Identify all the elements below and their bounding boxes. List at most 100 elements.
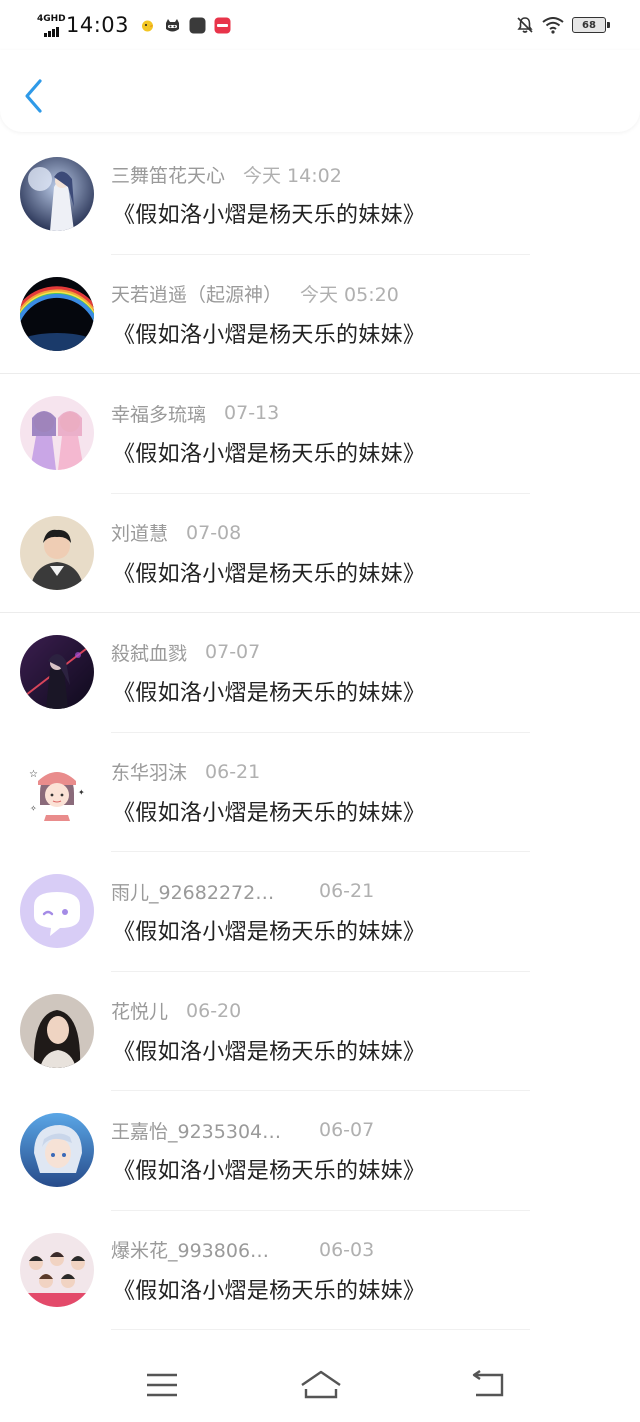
book-title[interactable]: 《假如洛小熠是杨天乐的妹妹》 xyxy=(113,556,425,588)
list-item[interactable]: 三舞笛花天心 今天 14:02 《假如洛小熠是杨天乐的妹妹》 xyxy=(0,135,640,255)
home-icon xyxy=(301,1370,341,1399)
read-date: 今天 14:02 xyxy=(243,164,342,187)
avatar[interactable] xyxy=(20,515,94,590)
avatar[interactable] xyxy=(20,1113,94,1187)
menu-button[interactable] xyxy=(142,1367,182,1403)
name-line: 刘道慧 07-08 xyxy=(111,520,241,546)
signal-bars-icon xyxy=(44,27,59,37)
list-item[interactable]: 天若逍遥（起源神） 今天 05:20 《假如洛小熠是杨天乐的妹妹》 xyxy=(0,255,640,374)
read-date: 今天 05:20 xyxy=(300,284,399,306)
reader-name[interactable]: 天若逍遥（起源神） xyxy=(111,280,282,307)
group-photo-avatar xyxy=(20,1232,94,1307)
cartoon-girl-avatar: ☆ ✦ ✧ xyxy=(20,754,94,829)
bell-off-icon xyxy=(517,17,533,33)
reader-name[interactable]: 王嘉怡_9235304… xyxy=(111,1117,301,1144)
reader-name[interactable]: 爆米花_993806… xyxy=(111,1236,301,1263)
avatar[interactable] xyxy=(20,635,94,709)
rainbow-earth-avatar xyxy=(20,276,94,351)
svg-text:✧: ✧ xyxy=(30,804,37,813)
cat-app-icon xyxy=(166,18,180,31)
read-date: 07-13 xyxy=(224,402,280,424)
chevron-left-icon xyxy=(25,79,42,113)
signal-indicator: 4GHD xyxy=(36,11,66,39)
book-title[interactable]: 《假如洛小熠是杨天乐的妹妹》 xyxy=(113,197,425,229)
book-title[interactable]: 《假如洛小熠是杨天乐的妹妹》 xyxy=(113,317,425,349)
list-item[interactable]: 花悦儿 06-20 《假如洛小熠是杨天乐的妹妹》 xyxy=(0,972,640,1091)
name-line: 雨儿_92682272… 06-21 xyxy=(111,878,374,904)
home-button[interactable] xyxy=(298,1367,344,1403)
name-line: 殺弑血戮 07-07 xyxy=(111,639,260,665)
read-date: 06-03 xyxy=(319,1238,375,1261)
book-title[interactable]: 《假如洛小熠是杨天乐的妹妹》 xyxy=(113,436,425,468)
book-title[interactable]: 《假如洛小熠是杨天乐的妹妹》 xyxy=(113,675,425,707)
reader-name[interactable]: 雨儿_92682272… xyxy=(111,878,301,905)
read-date: 06-20 xyxy=(186,999,242,1022)
avatar[interactable] xyxy=(20,157,94,231)
read-date: 06-07 xyxy=(319,1119,375,1141)
battery-level: 68 xyxy=(582,19,596,31)
status-right: 68 xyxy=(516,12,610,38)
name-line: 花悦儿 06-20 xyxy=(111,998,241,1024)
book-title[interactable]: 《假如洛小熠是杨天乐的妹妹》 xyxy=(113,795,425,827)
book-title[interactable]: 《假如洛小熠是杨天乐的妹妹》 xyxy=(113,914,425,946)
avatar[interactable]: ☆ ✦ ✧ xyxy=(20,754,94,829)
dark-warrior-avatar xyxy=(20,635,94,709)
avatar[interactable] xyxy=(20,1232,94,1307)
name-line: 幸福多琉璃 07-13 xyxy=(111,400,279,426)
list-item[interactable]: ☆ ✦ ✧ 东华羽沫 06-21 《假如洛小熠是杨天乐的妹妹》 xyxy=(0,733,640,852)
read-date: 07-08 xyxy=(186,521,242,544)
anime-girls-avatar xyxy=(20,396,94,470)
book-title[interactable]: 《假如洛小熠是杨天乐的妹妹》 xyxy=(113,1034,425,1066)
book-title[interactable]: 《假如洛小熠是杨天乐的妹妹》 xyxy=(113,1273,425,1305)
anime-boy-avatar xyxy=(20,1113,94,1187)
back-icon xyxy=(472,1370,504,1397)
avatar[interactable] xyxy=(20,276,94,351)
menu-icon xyxy=(147,1373,177,1397)
woman-portrait-avatar xyxy=(20,993,94,1068)
name-line: 王嘉怡_9235304… 06-07 xyxy=(111,1117,374,1143)
list-item[interactable]: 殺弑血戮 07-07 《假如洛小熠是杨天乐的妹妹》 xyxy=(0,613,640,733)
book-title[interactable]: 《假如洛小熠是杨天乐的妹妹》 xyxy=(113,1153,425,1185)
reader-name[interactable]: 花悦儿 xyxy=(111,997,168,1024)
name-line: 爆米花_993806… 06-03 xyxy=(111,1237,374,1263)
avatar[interactable] xyxy=(20,993,94,1068)
svg-text:✦: ✦ xyxy=(78,788,85,797)
reader-name[interactable]: 殺弑血戮 xyxy=(111,639,187,666)
read-date: 06-21 xyxy=(319,880,375,902)
divider xyxy=(111,1329,530,1330)
avatar[interactable] xyxy=(20,874,94,948)
list-item[interactable]: 雨儿_92682272… 06-21 《假如洛小熠是杨天乐的妹妹》 xyxy=(0,852,640,972)
battery-icon: 68 xyxy=(572,17,610,33)
list-item[interactable]: 幸福多琉璃 07-13 《假如洛小熠是杨天乐的妹妹》 xyxy=(0,374,640,494)
reader-name[interactable]: 刘道慧 xyxy=(111,519,168,546)
young-man-avatar xyxy=(20,515,94,590)
wifi-icon xyxy=(542,16,564,34)
status-left: 4GHD 14:03 xyxy=(36,10,231,40)
name-line: 东华羽沫 06-21 xyxy=(111,759,260,785)
dark-app-icon xyxy=(189,17,206,33)
back-nav-button[interactable] xyxy=(468,1367,508,1403)
avatar[interactable] xyxy=(20,396,94,470)
read-date: 06-21 xyxy=(205,760,261,783)
read-date: 07-07 xyxy=(205,641,261,663)
list-item[interactable]: 爆米花_993806… 06-03 《假如洛小熠是杨天乐的妹妹》 xyxy=(0,1211,640,1330)
name-line: 天若逍遥（起源神） 今天 05:20 xyxy=(111,281,399,307)
chick-app-icon xyxy=(142,20,154,31)
back-button[interactable] xyxy=(18,76,52,116)
red-app-icon xyxy=(214,17,231,33)
reader-name[interactable]: 东华羽沫 xyxy=(111,758,187,785)
network-type: 4GHD xyxy=(37,14,66,24)
list-item[interactable]: 王嘉怡_9235304… 06-07 《假如洛小熠是杨天乐的妹妹》 xyxy=(0,1091,640,1211)
system-nav-bar xyxy=(0,1345,640,1422)
default-chat-avatar xyxy=(20,874,94,948)
app-header xyxy=(0,50,640,132)
status-bar: 4GHD 14:03 68 xyxy=(0,0,640,50)
list-item[interactable]: 刘道慧 07-08 《假如洛小熠是杨天乐的妹妹》 xyxy=(0,494,640,613)
name-line: 三舞笛花天心 今天 14:02 xyxy=(111,161,342,187)
svg-text:☆: ☆ xyxy=(29,769,38,780)
anime-warrior-avatar xyxy=(20,157,94,231)
reader-name[interactable]: 三舞笛花天心 xyxy=(111,161,225,188)
notification-icons xyxy=(139,17,231,34)
reader-list: 三舞笛花天心 今天 14:02 《假如洛小熠是杨天乐的妹妹》 天若逍遥（起源神）… xyxy=(0,135,640,1330)
reader-name[interactable]: 幸福多琉璃 xyxy=(111,400,206,427)
